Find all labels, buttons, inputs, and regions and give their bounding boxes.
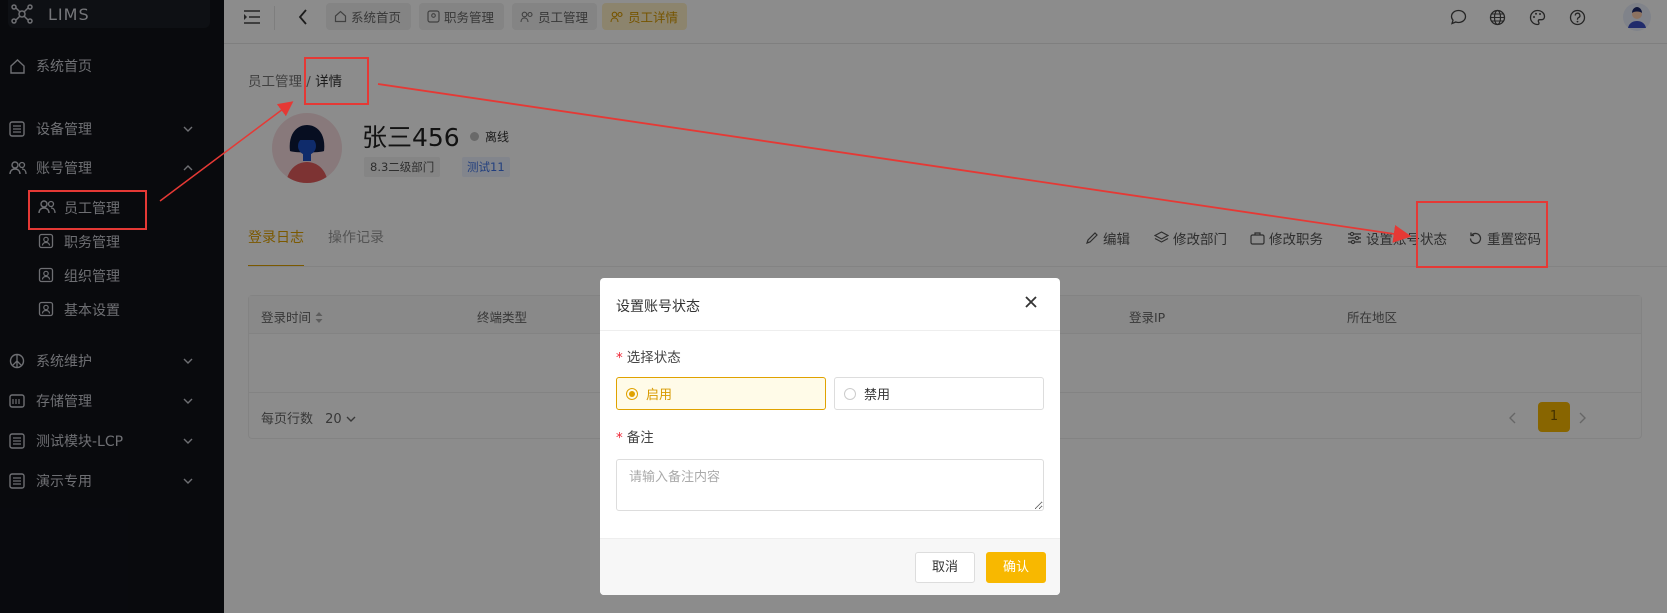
- annotation-arrows: [159, 83, 1412, 243]
